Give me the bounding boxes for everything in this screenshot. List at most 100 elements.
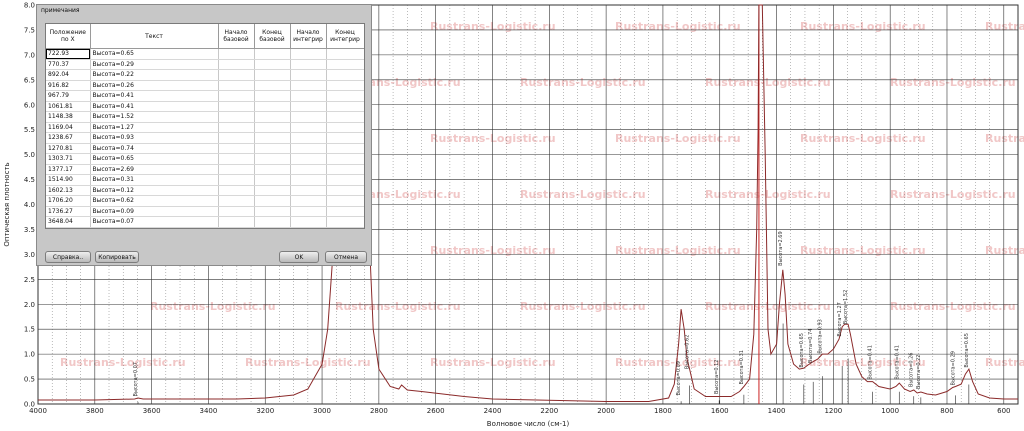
- text-cell[interactable]: Высота=0.65: [90, 48, 219, 60]
- text-cell[interactable]: Высота=2.69: [90, 164, 219, 175]
- base-start-cell[interactable]: [218, 111, 255, 123]
- table-row[interactable]: 1377.17 Высота=2.69: [46, 164, 364, 175]
- table-row[interactable]: 1270.81 Высота=0.74: [46, 143, 364, 154]
- integr-start-cell[interactable]: [290, 174, 327, 186]
- integr-end-cell[interactable]: [326, 80, 364, 91]
- table-row[interactable]: 1602.13 Высота=0.12: [46, 185, 364, 196]
- integr-start-cell[interactable]: [290, 69, 327, 81]
- base-start-cell[interactable]: [218, 153, 255, 165]
- text-cell[interactable]: Высота=0.41: [90, 90, 219, 102]
- text-cell[interactable]: Высота=0.65: [90, 153, 219, 165]
- integr-start-cell[interactable]: [290, 48, 327, 60]
- cancel-button[interactable]: Отмена: [325, 251, 367, 263]
- integr-start-cell[interactable]: [290, 185, 327, 196]
- text-cell[interactable]: Высота=0.41: [90, 101, 219, 112]
- integr-end-cell[interactable]: [326, 164, 364, 175]
- base-end-cell[interactable]: [254, 143, 291, 154]
- position-cell[interactable]: 722.93: [46, 48, 91, 60]
- base-end-cell[interactable]: [254, 122, 291, 133]
- table-row[interactable]: 967.79 Высота=0.41: [46, 90, 364, 102]
- table-row[interactable]: 1061.81 Высота=0.41: [46, 101, 364, 112]
- copy-button[interactable]: Копировать: [95, 251, 139, 263]
- base-end-cell[interactable]: [254, 80, 291, 91]
- integr-start-cell[interactable]: [290, 132, 327, 144]
- table-row[interactable]: 1148.38 Высота=1.52: [46, 111, 364, 123]
- col-header-base-start[interactable]: Начало базовой: [218, 24, 255, 49]
- integr-end-cell[interactable]: [326, 132, 364, 144]
- position-cell[interactable]: 770.37: [46, 59, 91, 70]
- integr-end-cell[interactable]: [326, 174, 364, 186]
- integr-start-cell[interactable]: [290, 143, 327, 154]
- integr-end-cell[interactable]: [326, 185, 364, 196]
- table-row[interactable]: 892.04 Высота=0.22: [46, 69, 364, 81]
- col-header-position[interactable]: Положение по X: [46, 24, 91, 49]
- position-cell[interactable]: 1303.71: [46, 153, 91, 165]
- table-row[interactable]: 770.37 Высота=0.29: [46, 59, 364, 70]
- base-start-cell[interactable]: [218, 206, 255, 217]
- base-start-cell[interactable]: [218, 101, 255, 112]
- position-cell[interactable]: 1270.81: [46, 143, 91, 154]
- position-cell[interactable]: 967.79: [46, 90, 91, 102]
- integr-end-cell[interactable]: [326, 206, 364, 217]
- base-end-cell[interactable]: [254, 185, 291, 196]
- base-start-cell[interactable]: [218, 59, 255, 70]
- table-row[interactable]: 916.82 Высота=0.26: [46, 80, 364, 91]
- integr-end-cell[interactable]: [326, 90, 364, 102]
- integr-end-cell[interactable]: [326, 122, 364, 133]
- base-start-cell[interactable]: [218, 132, 255, 144]
- text-cell[interactable]: Высота=0.26: [90, 80, 219, 91]
- base-start-cell[interactable]: [218, 48, 255, 60]
- position-cell[interactable]: 1377.17: [46, 164, 91, 175]
- table-row[interactable]: 3648.04 Высота=0.07: [46, 216, 364, 228]
- position-cell[interactable]: 1514.90: [46, 174, 91, 186]
- base-start-cell[interactable]: [218, 122, 255, 133]
- position-cell[interactable]: 1169.04: [46, 122, 91, 133]
- integr-end-cell[interactable]: [326, 111, 364, 123]
- integr-end-cell[interactable]: [326, 143, 364, 154]
- base-end-cell[interactable]: [254, 90, 291, 102]
- col-header-text[interactable]: Текст: [90, 24, 219, 49]
- integr-start-cell[interactable]: [290, 101, 327, 112]
- base-start-cell[interactable]: [218, 143, 255, 154]
- base-end-cell[interactable]: [254, 48, 291, 60]
- integr-end-cell[interactable]: [326, 216, 364, 228]
- base-start-cell[interactable]: [218, 80, 255, 91]
- integr-end-cell[interactable]: [326, 48, 364, 60]
- base-start-cell[interactable]: [218, 90, 255, 102]
- base-end-cell[interactable]: [254, 174, 291, 186]
- table-row[interactable]: 1238.67 Высота=0.93: [46, 132, 364, 144]
- base-end-cell[interactable]: [254, 69, 291, 81]
- col-header-integr-start[interactable]: Начало интегрир: [290, 24, 327, 49]
- integr-start-cell[interactable]: [290, 153, 327, 165]
- position-cell[interactable]: 1602.13: [46, 185, 91, 196]
- integr-end-cell[interactable]: [326, 69, 364, 81]
- integr-start-cell[interactable]: [290, 216, 327, 228]
- base-start-cell[interactable]: [218, 216, 255, 228]
- base-end-cell[interactable]: [254, 206, 291, 217]
- position-cell[interactable]: 1238.67: [46, 132, 91, 144]
- integr-start-cell[interactable]: [290, 111, 327, 123]
- integr-start-cell[interactable]: [290, 164, 327, 175]
- table-row[interactable]: 722.93 Высота=0.65: [46, 48, 364, 60]
- base-start-cell[interactable]: [218, 174, 255, 186]
- integr-end-cell[interactable]: [326, 59, 364, 70]
- text-cell[interactable]: Высота=0.12: [90, 185, 219, 196]
- table-row[interactable]: 1736.27 Высота=0.09: [46, 206, 364, 217]
- integr-start-cell[interactable]: [290, 80, 327, 91]
- text-cell[interactable]: Высота=0.07: [90, 216, 219, 228]
- integr-end-cell[interactable]: [326, 195, 364, 207]
- position-cell[interactable]: 1736.27: [46, 206, 91, 217]
- text-cell[interactable]: Высота=1.52: [90, 111, 219, 123]
- position-cell[interactable]: 916.82: [46, 80, 91, 91]
- base-end-cell[interactable]: [254, 101, 291, 112]
- col-header-integr-end[interactable]: Конец интегрир: [326, 24, 364, 49]
- text-cell[interactable]: Высота=0.29: [90, 59, 219, 70]
- integr-start-cell[interactable]: [290, 59, 327, 70]
- text-cell[interactable]: Высота=1.27: [90, 122, 219, 133]
- table-row[interactable]: 1706.20 Высота=0.62: [46, 195, 364, 207]
- base-start-cell[interactable]: [218, 164, 255, 175]
- table-row[interactable]: 1169.04 Высота=1.27: [46, 122, 364, 133]
- base-start-cell[interactable]: [218, 69, 255, 81]
- integr-start-cell[interactable]: [290, 90, 327, 102]
- integr-end-cell[interactable]: [326, 153, 364, 165]
